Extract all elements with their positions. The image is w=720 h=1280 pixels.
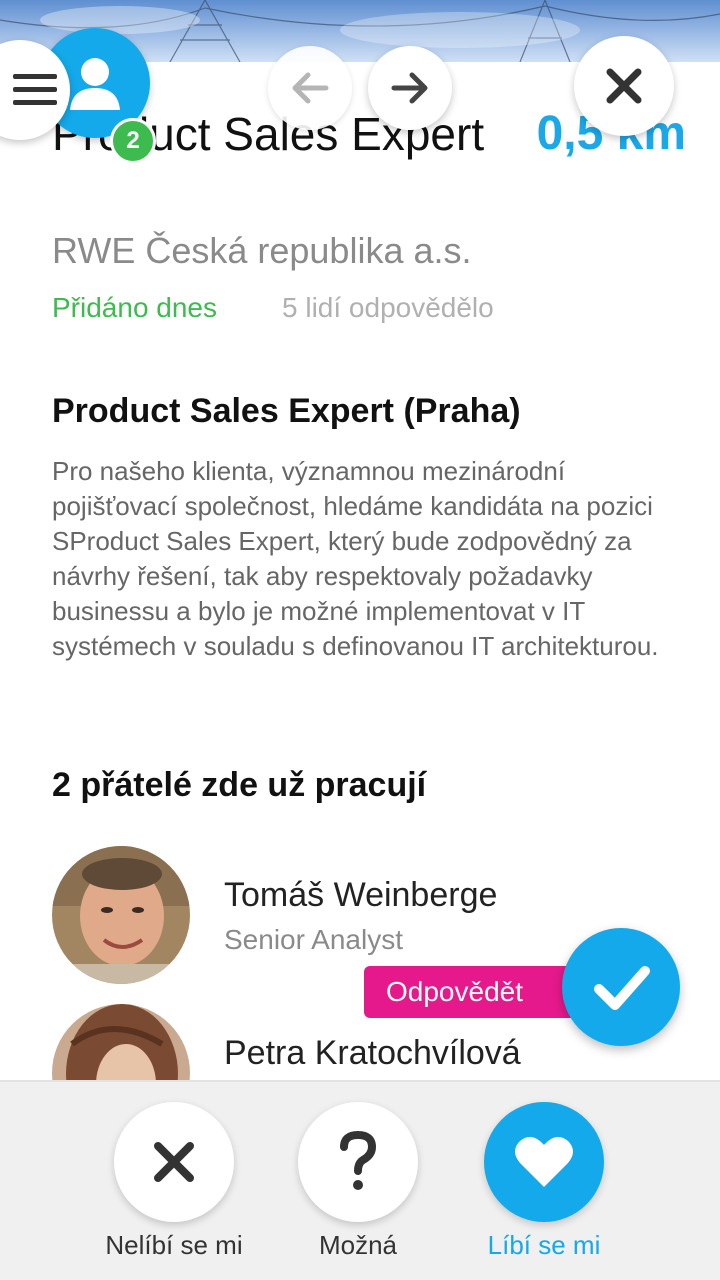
like-button[interactable] <box>484 1102 604 1222</box>
job-heading: Product Sales Expert (Praha) <box>52 392 521 430</box>
checkmark-icon <box>594 966 650 1010</box>
dislike-label: Nelíbí se mi <box>105 1230 243 1260</box>
respond-label[interactable]: Odpovědět <box>364 966 594 1018</box>
notification-badge: 2 <box>110 118 156 164</box>
user-icon <box>70 58 120 110</box>
close-button[interactable] <box>574 36 674 136</box>
dislike-button[interactable] <box>114 1102 234 1222</box>
arrow-left-icon <box>292 72 329 104</box>
bottom-action-bar: Nelíbí se mi Možná Líbí se mi <box>0 1080 720 1280</box>
maybe-label: Možná <box>318 1230 398 1260</box>
like-label: Líbí se mi <box>487 1230 601 1260</box>
maybe-button[interactable] <box>298 1102 418 1222</box>
avatar <box>52 846 190 984</box>
previous-button[interactable] <box>268 46 352 130</box>
friend-name: Petra Kratochvílová <box>224 1034 521 1072</box>
menu-icon <box>13 74 57 105</box>
response-count: 5 lidí odpovědělo <box>282 292 494 323</box>
question-mark-icon <box>340 1131 377 1190</box>
arrow-right-icon <box>391 72 428 104</box>
job-description: Pro našeho klienta, významnou mezinárodn… <box>52 456 659 661</box>
added-date: Přidáno dnes <box>52 292 218 323</box>
heart-icon <box>515 1136 573 1187</box>
friends-heading: 2 přátelé zde už pracují <box>52 766 427 804</box>
friend-role: Senior Analyst <box>224 924 403 955</box>
respond-button[interactable] <box>562 928 680 1046</box>
close-icon <box>606 68 642 104</box>
dislike-x-icon <box>154 1142 194 1182</box>
friend-name: Tomáš Weinberge <box>224 876 498 914</box>
company-name: RWE Česká republika a.s. <box>52 230 472 271</box>
next-button[interactable] <box>368 46 452 130</box>
